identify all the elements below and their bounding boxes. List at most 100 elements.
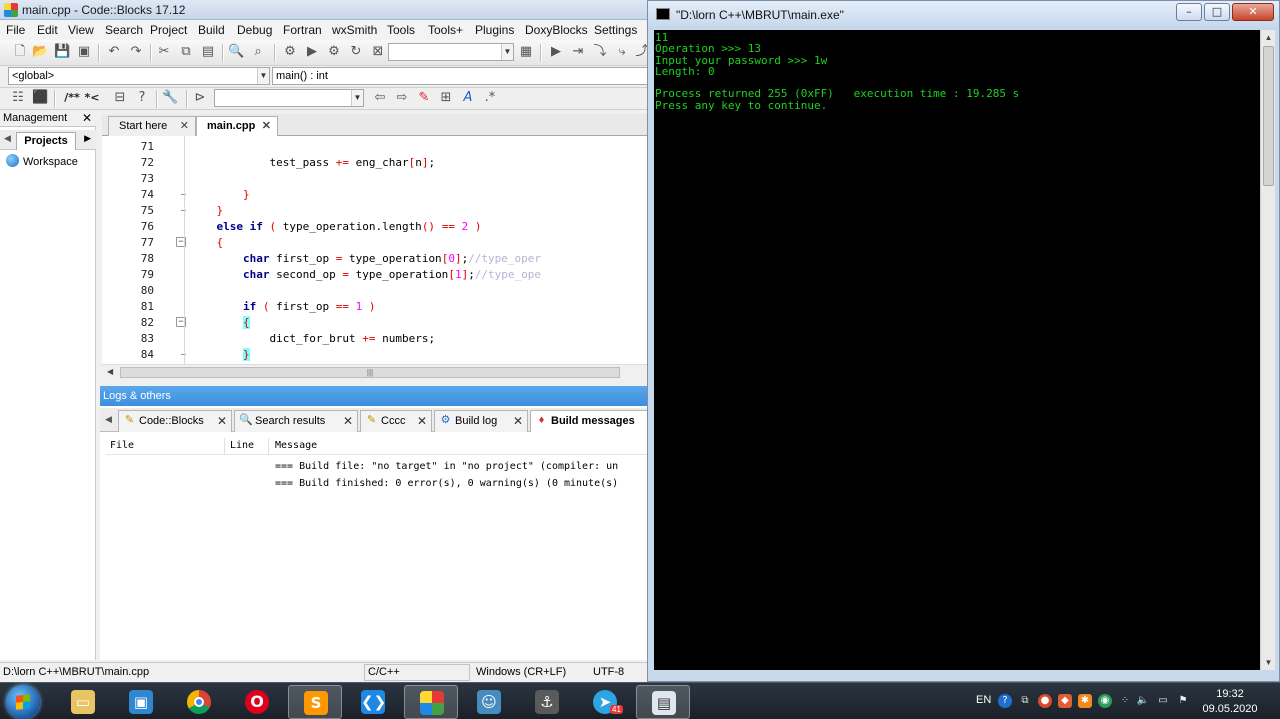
copy-icon[interactable]: ⧉ [178,44,194,60]
tree-item-workspace[interactable]: Workspace [6,154,78,168]
close-tab-icon[interactable]: ✕ [513,411,523,431]
tab-scroll-right-icon[interactable]: ▶ [84,133,91,144]
tab-build-log[interactable]: ⚙ Build log ✕ [434,410,528,432]
column-file[interactable]: File [110,440,134,451]
maximize-button[interactable]: □ [1204,3,1230,21]
close-tab-icon[interactable]: ✕ [417,411,427,431]
tab-start-here[interactable]: Start here ✕ [108,116,196,136]
incremental-search-input[interactable]: ▼ [214,89,364,107]
debug-run-icon[interactable]: ▶ [548,44,564,60]
start-button[interactable] [6,685,40,719]
tray-app-icon[interactable]: ◆ [1058,694,1072,708]
tab-codeblocks-log[interactable]: ✎ Code::Blocks ✕ [118,410,232,432]
network-icon[interactable]: ▭ [1156,694,1170,708]
doxy-line-comment-button[interactable]: *< [84,90,100,106]
redo-icon[interactable]: ↷ [128,44,144,60]
scope-combo[interactable]: <global> ▼ [8,67,270,85]
taskbar-telegram[interactable]: ➤ 41 [578,685,632,719]
run-icon[interactable]: ▶ [304,44,320,60]
run-to-cursor-icon[interactable]: ⇥ [570,44,586,60]
tray-app-icon[interactable]: ◉ [1098,694,1112,708]
menu-plugins[interactable]: Plugins [475,23,514,37]
jump-icon[interactable]: ⊳ [192,90,208,106]
step-into-icon[interactable]: ⤷ [614,44,630,60]
tab-main-cpp[interactable]: main.cpp ✕ [196,116,278,137]
close-tab-icon[interactable]: ✕ [262,117,271,135]
menu-doxyblocks[interactable]: DoxyBlocks [525,23,588,37]
help-icon[interactable]: ? [998,694,1012,708]
new-file-icon[interactable]: 🗋 [12,44,28,60]
search-back-icon[interactable]: ⇦ [372,90,388,106]
taskbar-photos[interactable]: ▣ [114,685,168,719]
close-tab-icon[interactable]: ✕ [343,411,353,431]
menu-build[interactable]: Build [198,23,225,37]
tray-app-icon[interactable]: ✱ [1078,694,1092,708]
taskbar-explorer[interactable]: ▭ [56,685,110,719]
target-options-icon[interactable]: ▦ [518,44,534,60]
console-scrollbar[interactable]: ▲ ▼ [1260,30,1275,670]
debug-window-icon[interactable]: ☷ [10,90,26,106]
rebuild-icon[interactable]: ↻ [348,44,364,60]
replace-icon[interactable]: ⌕ [250,44,266,60]
open-file-icon[interactable]: 📂 [32,44,48,60]
scroll-down-icon[interactable]: ▼ [1262,655,1275,670]
action-center-icon[interactable]: ⚑ [1176,694,1190,708]
build-target-combo[interactable]: ▼ [388,43,514,61]
tab-scroll-left-icon[interactable]: ◀ [105,414,112,425]
taskbar-codeblocks[interactable] [404,685,458,719]
menu-debug[interactable]: Debug [237,23,272,37]
taskbar-opera[interactable]: O [230,685,284,719]
tab-scroll-left-icon[interactable]: ◀ [4,133,11,144]
undo-icon[interactable]: ↶ [106,44,122,60]
menu-wxsmith[interactable]: wxSmith [332,23,377,37]
menu-tools-plus[interactable]: Tools+ [428,23,463,37]
doxy-block-comment-button[interactable]: /** [62,90,82,106]
taskbar-godot[interactable]: ☺ [462,685,516,719]
console-output[interactable]: 11 Operation >>> 13 Input your password >>… [654,30,1260,670]
paste-icon[interactable]: ▤ [200,44,216,60]
taskbar-sublime[interactable]: S [288,685,342,719]
help-icon[interactable]: ? [134,90,150,106]
extract-doc-icon[interactable]: ⊟ [112,90,128,106]
close-icon[interactable]: ✕ [82,110,92,126]
close-tab-icon[interactable]: ✕ [217,411,227,431]
menu-project[interactable]: Project [150,23,187,37]
next-line-icon[interactable]: ⤵ [592,44,608,60]
tab-cccc[interactable]: ✎ Cccc ✕ [360,410,432,432]
close-button[interactable]: ✕ [1232,3,1274,21]
console-title-bar[interactable]: "D:\lorn C++\MBRUT\main.exe" – □ ✕ [648,1,1279,29]
scroll-left-icon[interactable]: ◀ [107,367,113,376]
tab-search-results[interactable]: 🔍 Search results ✕ [234,410,358,432]
find-icon[interactable]: 🔍 [228,44,244,60]
match-case-icon[interactable]: A [460,90,476,106]
taskbar-app[interactable]: ⚓ [520,685,574,719]
taskbar-console[interactable]: ▤ [636,685,690,719]
menu-edit[interactable]: Edit [37,23,58,37]
highlight-icon[interactable]: ✎ [416,90,432,106]
window-icon[interactable]: ⧉ [1018,694,1032,708]
breakpoint-icon[interactable]: ⬛ [32,90,48,106]
tab-projects[interactable]: Projects [16,132,76,150]
scroll-thumb[interactable] [1263,46,1274,186]
cut-icon[interactable]: ✂ [156,44,172,60]
column-message[interactable]: Message [275,440,317,451]
regex-icon[interactable]: .* [482,90,498,106]
save-icon[interactable]: 💾 [54,44,70,60]
menu-view[interactable]: View [68,23,94,37]
save-all-icon[interactable]: ▣ [76,44,92,60]
search-forward-icon[interactable]: ⇨ [394,90,410,106]
scroll-thumb[interactable]: ||| [120,367,620,378]
symbol-combo[interactable]: main() : int [272,67,652,85]
volume-icon[interactable]: 🔈 [1136,694,1150,708]
editor-horizontal-scrollbar[interactable]: ◀ ||| [102,364,648,380]
menu-file[interactable]: File [6,23,25,37]
taskbar-chrome[interactable] [172,685,226,719]
column-line[interactable]: Line [230,440,254,451]
build-icon[interactable]: ⚙ [282,44,298,60]
minimize-button[interactable]: – [1176,3,1202,21]
menu-tools[interactable]: Tools [387,23,415,37]
build-run-icon[interactable]: ⚙ [326,44,342,60]
taskbar-vscode[interactable]: ❮❯ [346,685,400,719]
wrench-icon[interactable]: 🔧 [162,90,178,106]
scroll-up-icon[interactable]: ▲ [1262,30,1275,45]
